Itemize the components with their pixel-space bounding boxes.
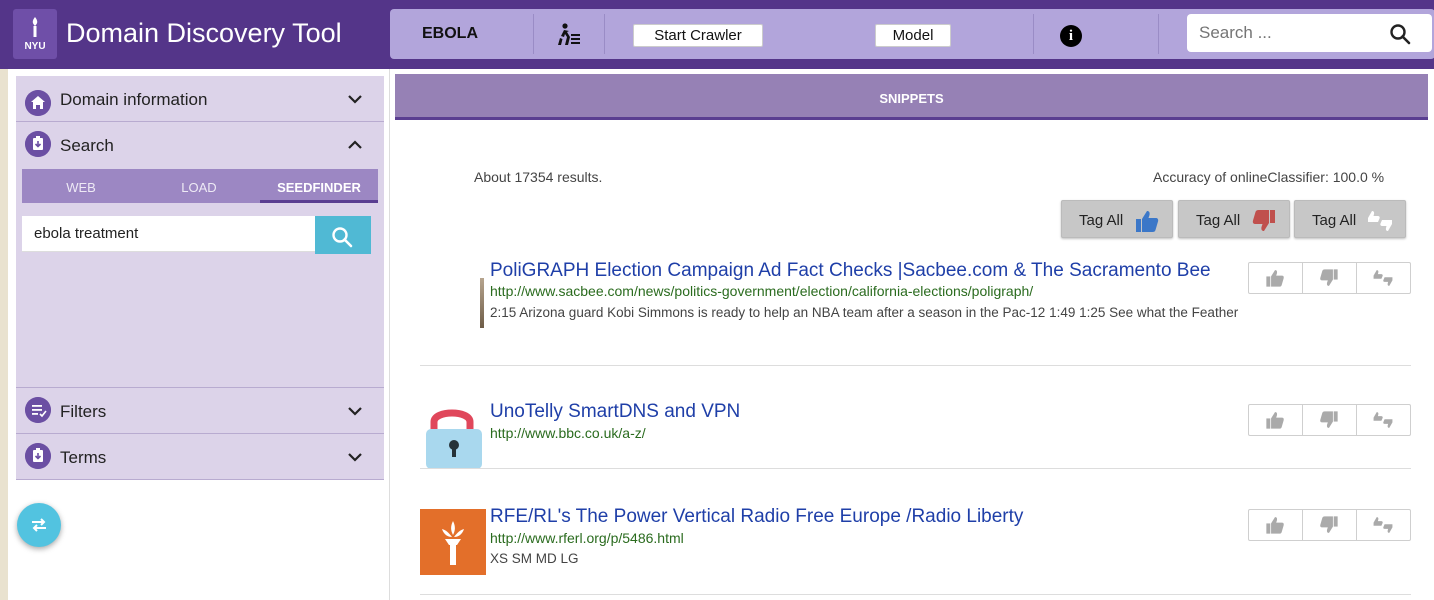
panel-filters: Filters	[16, 388, 384, 434]
panel-search: Search WEB LOAD SEEDFINDER ebola treatme…	[16, 122, 384, 388]
result-url[interactable]: http://www.rferl.org/p/5486.html	[490, 530, 684, 546]
panel-header-domain-information[interactable]: Domain information	[16, 76, 384, 122]
neutral-thumbs-icon	[1373, 270, 1393, 286]
chevron-down-icon	[348, 407, 362, 416]
torch-icon	[32, 17, 38, 37]
tab-load[interactable]: LOAD	[140, 169, 258, 203]
search-icon	[332, 227, 353, 248]
result-title-link[interactable]: UnoTelly SmartDNS and VPN	[490, 401, 740, 423]
thumbs-up-icon	[1266, 517, 1284, 534]
tag-irrelevant-button[interactable]	[1303, 263, 1357, 293]
thumbs-up-icon	[1266, 412, 1284, 429]
panel-title: Filters	[60, 402, 107, 421]
tag-irrelevant-button[interactable]	[1303, 405, 1357, 435]
global-search	[1187, 14, 1432, 52]
search-clip-icon	[25, 131, 51, 157]
panel-header-filters[interactable]: Filters	[16, 388, 384, 434]
result-tag-buttons	[1248, 262, 1411, 294]
domain-selector[interactable]: EBOLA	[422, 25, 478, 43]
nyu-logo: NYU	[13, 9, 57, 59]
tag-neutral-button[interactable]	[1357, 510, 1411, 540]
thumbs-up-icon	[1136, 211, 1159, 232]
result-divider	[420, 594, 1411, 595]
toolbar-divider	[533, 14, 534, 54]
toolbar-divider	[1033, 14, 1034, 54]
thumbs-down-icon	[1252, 210, 1275, 231]
logo-text: NYU	[24, 41, 46, 52]
thumbs-up-icon	[1266, 270, 1284, 287]
result-title-link[interactable]: RFE/RL's The Power Vertical Radio Free E…	[490, 506, 1023, 528]
tag-relevant-button[interactable]	[1249, 405, 1303, 435]
app-header: NYU Domain Discovery Tool EBOLA Start Cr…	[0, 0, 1434, 69]
sidebar-edge	[0, 69, 8, 600]
panel-header-search[interactable]: Search	[16, 122, 384, 168]
panel-domain-information: Domain information	[16, 76, 384, 122]
crawler-runner-icon[interactable]	[557, 22, 583, 48]
thumbs-down-icon	[1320, 269, 1338, 286]
sidebar: Domain information Search WEB LOAD SEEDF…	[0, 69, 390, 600]
tag-all-neutral-button[interactable]: Tag All	[1294, 200, 1406, 238]
start-crawler-button[interactable]: Start Crawler	[633, 24, 763, 47]
info-icon[interactable]: i	[1060, 25, 1082, 47]
result-url[interactable]: http://www.sacbee.com/news/politics-gove…	[490, 283, 1033, 299]
chevron-up-icon	[348, 140, 362, 149]
swap-layout-button[interactable]	[17, 503, 61, 547]
tag-all-irrelevant-button[interactable]: Tag All	[1178, 200, 1290, 238]
tag-relevant-button[interactable]	[1249, 263, 1303, 293]
query-value: ebola treatment	[34, 225, 139, 242]
search-tabs: WEB LOAD SEEDFINDER	[22, 169, 378, 203]
panel-title: Terms	[60, 448, 107, 467]
result-divider	[420, 365, 1411, 366]
tag-neutral-button[interactable]	[1357, 405, 1411, 435]
thumbs-down-icon	[1320, 516, 1338, 533]
app-title: Domain Discovery Tool	[66, 18, 342, 48]
tab-snippets[interactable]: SNIPPETS	[395, 74, 1428, 120]
model-button[interactable]: Model	[875, 24, 951, 47]
chevron-down-icon	[348, 453, 362, 462]
result-url[interactable]: http://www.bbc.co.uk/a-z/	[490, 425, 646, 441]
tag-all-label: Tag All	[1312, 212, 1357, 229]
neutral-thumbs-icon	[1368, 211, 1392, 231]
toolbar-divider	[1158, 14, 1159, 54]
tag-irrelevant-button[interactable]	[1303, 510, 1357, 540]
home-icon	[25, 90, 51, 116]
result-tag-buttons	[1248, 404, 1411, 436]
result-description: XS SM MD LG	[490, 551, 579, 566]
classifier-accuracy: Accuracy of onlineClassifier: 100.0 %	[1153, 169, 1385, 185]
result-tag-buttons	[1248, 509, 1411, 541]
tag-all-relevant-button[interactable]: Tag All	[1061, 200, 1173, 238]
panel-terms: Terms	[16, 434, 384, 480]
swap-arrows-icon	[32, 518, 46, 532]
chevron-down-icon	[348, 95, 362, 104]
result-thumbnail	[480, 278, 484, 328]
tab-web[interactable]: WEB	[22, 169, 140, 203]
neutral-thumbs-icon	[1373, 412, 1393, 428]
result-title-link[interactable]: PoliGRAPH Election Campaign Ad Fact Chec…	[490, 260, 1211, 282]
result-item: RFE/RL's The Power Vertical Radio Free E…	[420, 505, 1411, 595]
panel-title: Search	[60, 136, 114, 155]
toolbar-divider	[604, 14, 605, 54]
thumbs-down-icon	[1320, 411, 1338, 428]
panel-header-terms[interactable]: Terms	[16, 434, 384, 480]
tag-all-label: Tag All	[1079, 212, 1124, 229]
tag-neutral-button[interactable]	[1357, 263, 1411, 293]
result-item: UnoTelly SmartDNS and VPN http://www.bbc…	[420, 400, 1411, 470]
neutral-thumbs-icon	[1373, 517, 1393, 533]
result-item: PoliGRAPH Election Campaign Ad Fact Chec…	[420, 258, 1411, 366]
search-input[interactable]	[1199, 22, 1379, 44]
tag-all-label: Tag All	[1196, 212, 1241, 229]
rferl-logo-thumbnail	[420, 509, 486, 575]
results-count: About 17354 results.	[474, 169, 603, 185]
filter-list-icon	[25, 397, 51, 423]
query-input[interactable]: ebola treatment	[22, 216, 315, 252]
result-description: 2:15 Arizona guard Kobi Simmons is ready…	[490, 305, 1239, 320]
padlock-thumbnail-icon	[426, 409, 482, 469]
tag-relevant-button[interactable]	[1249, 510, 1303, 540]
result-divider	[420, 468, 1411, 469]
search-icon[interactable]	[1389, 23, 1411, 45]
tab-seedfinder[interactable]: SEEDFINDER	[260, 169, 378, 203]
query-search-button[interactable]	[315, 216, 371, 254]
panel-title: Domain information	[60, 90, 208, 109]
terms-clip-icon	[25, 443, 51, 469]
